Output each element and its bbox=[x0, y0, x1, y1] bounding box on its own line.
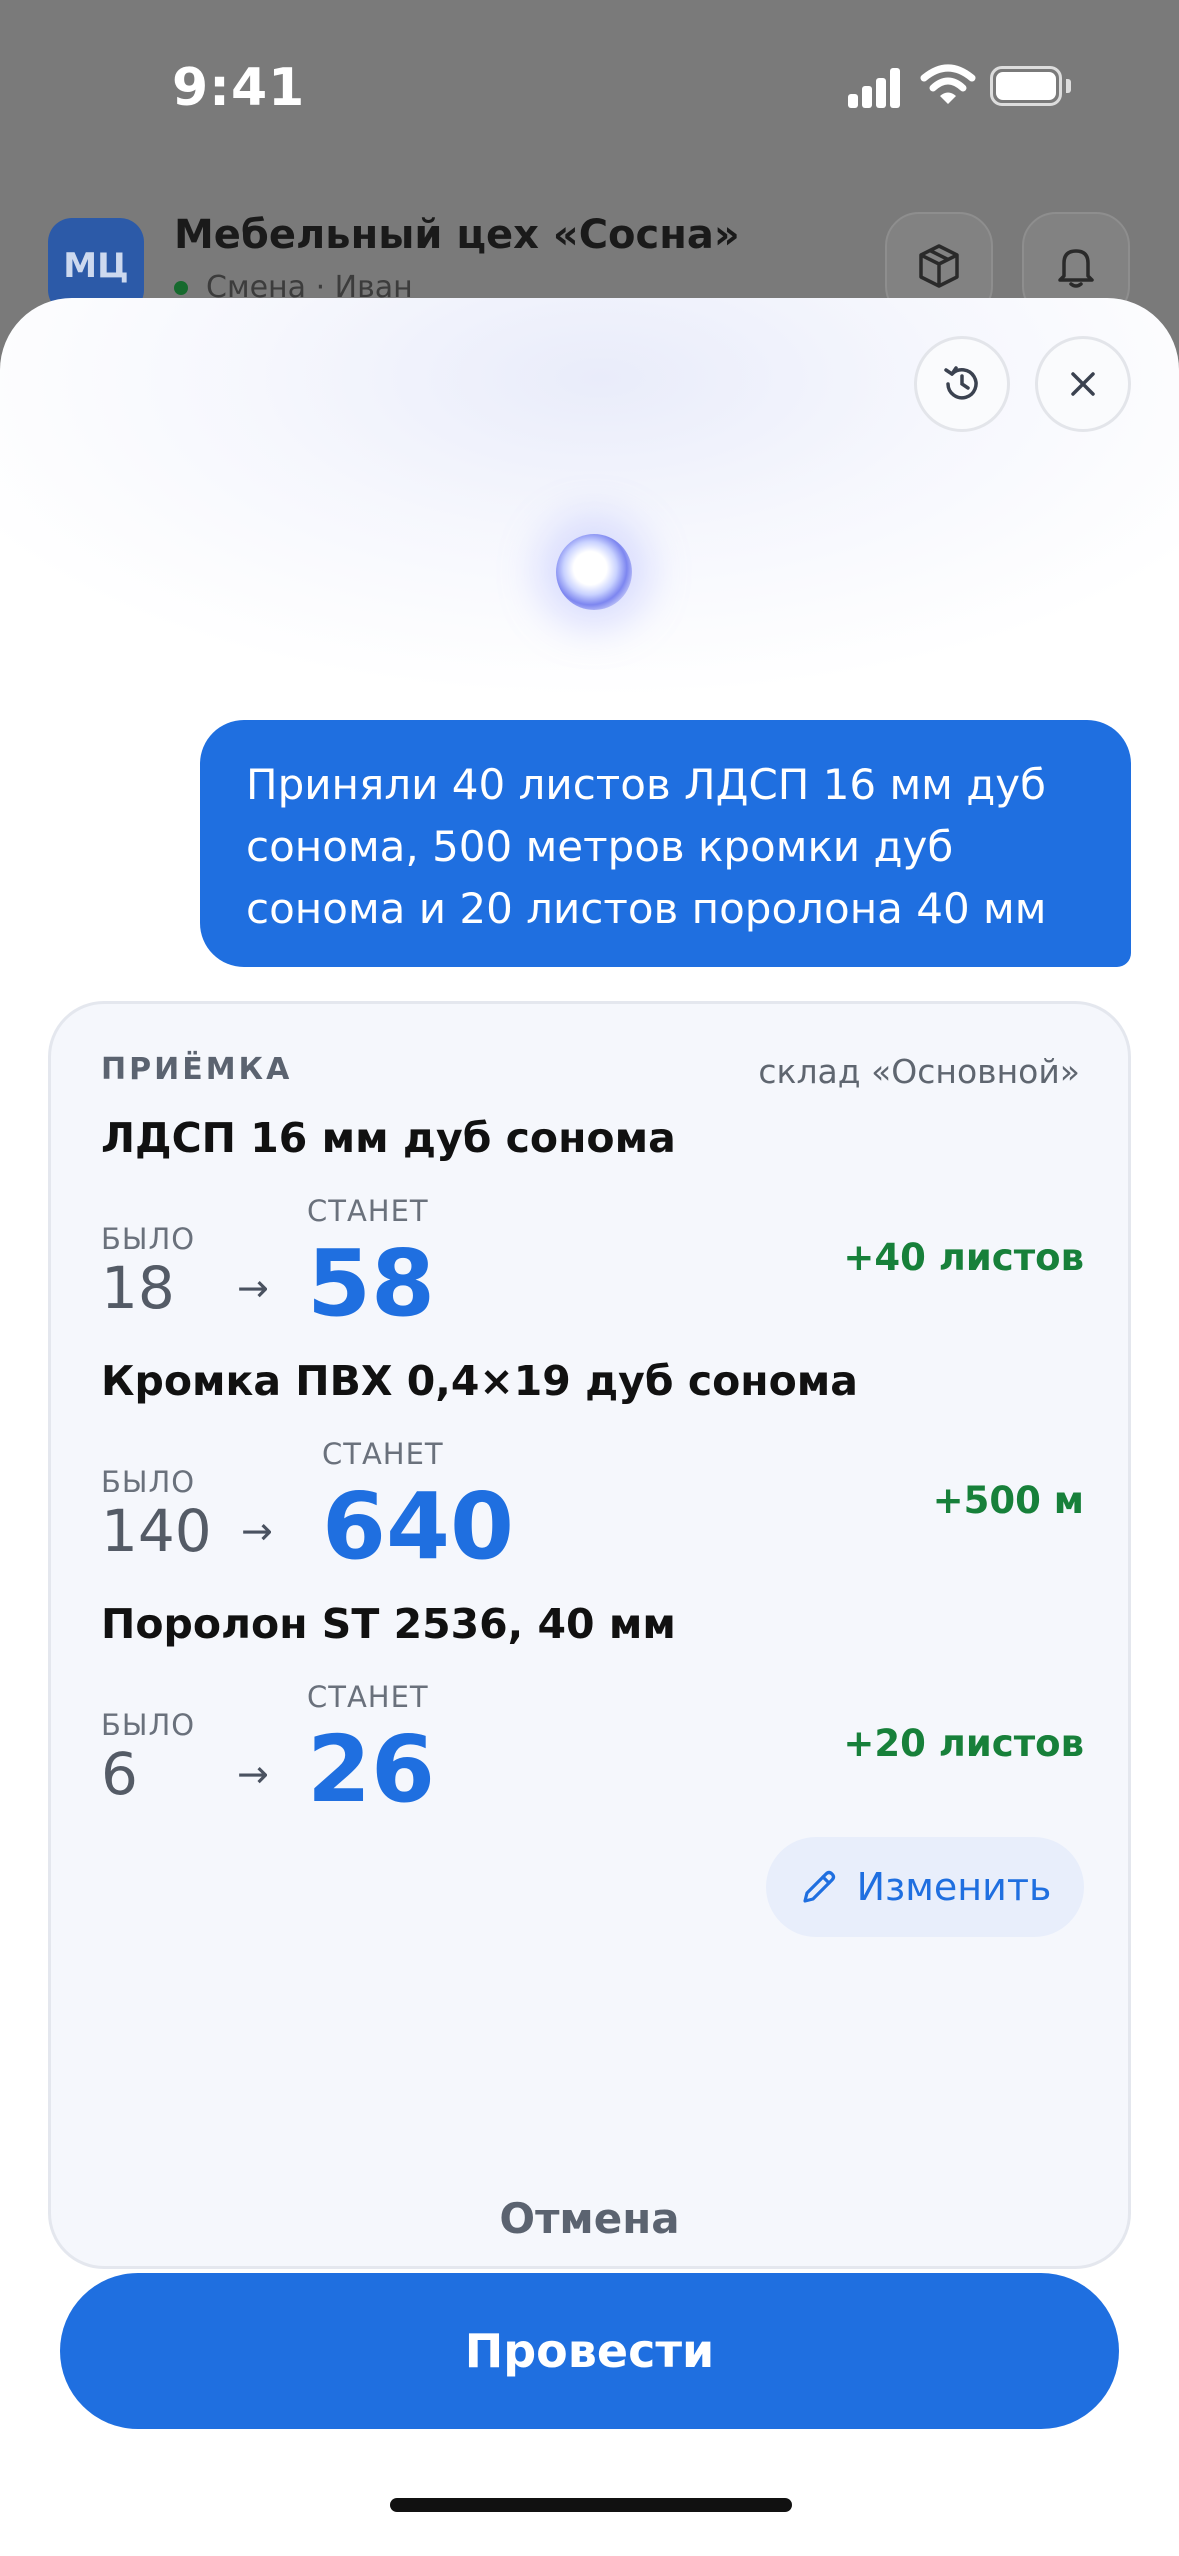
was-value: 6 bbox=[101, 1740, 138, 1808]
history-icon bbox=[944, 366, 978, 400]
was-label: БЫЛО bbox=[101, 1708, 196, 1742]
item-name: Кромка ПВХ 0,4×19 дуб сонома bbox=[101, 1357, 858, 1405]
receipt-card: ПРИЁМКА склад «Основной» ЛДСП 16 мм дуб … bbox=[48, 1001, 1131, 2269]
box-icon bbox=[919, 244, 959, 288]
online-dot-icon bbox=[174, 280, 188, 295]
assistant-orb-icon bbox=[556, 534, 632, 610]
status-bar: 9:41 bbox=[0, 0, 1179, 180]
receipt-item: Поролон ST 2536, 40 мм БЫЛО 6 → СТАНЕТ 2… bbox=[101, 1600, 1084, 1823]
close-button[interactable] bbox=[1035, 336, 1131, 432]
will-value: 26 bbox=[307, 1716, 436, 1823]
company-name: Мебельный цех «Сосна» bbox=[174, 212, 740, 258]
battery-icon bbox=[990, 66, 1071, 106]
was-value: 18 bbox=[101, 1254, 175, 1322]
will-value: 58 bbox=[307, 1230, 436, 1337]
screen: 9:41 МЦ Мебельный цех «Сосна» Смена · Ив… bbox=[0, 0, 1179, 2556]
arrow-right-icon: → bbox=[241, 1509, 273, 1553]
item-name: ЛДСП 16 мм дуб сонома bbox=[101, 1114, 676, 1162]
edit-button-label: Изменить bbox=[856, 1865, 1052, 1909]
arrow-right-icon: → bbox=[237, 1266, 269, 1310]
will-label: СТАНЕТ bbox=[322, 1437, 444, 1471]
submit-button[interactable]: Провести bbox=[60, 2273, 1119, 2429]
receipt-item: ЛДСП 16 мм дуб сонома БЫЛО 18 → СТАНЕТ 5… bbox=[101, 1114, 1084, 1337]
was-label: БЫЛО bbox=[101, 1465, 196, 1499]
user-message-bubble: Приняли 40 листов ЛДСП 16 мм дуб сонома,… bbox=[200, 720, 1131, 967]
status-time: 9:41 bbox=[172, 58, 306, 118]
delta-value: +40 листов bbox=[843, 1236, 1084, 1279]
assistant-sheet: Приняли 40 листов ЛДСП 16 мм дуб сонома,… bbox=[0, 298, 1179, 2556]
will-label: СТАНЕТ bbox=[307, 1680, 429, 1714]
submit-button-label: Провести bbox=[464, 2324, 715, 2378]
home-indicator[interactable] bbox=[390, 2498, 792, 2512]
wifi-icon bbox=[920, 64, 976, 104]
close-icon bbox=[1071, 372, 1095, 396]
item-name: Поролон ST 2536, 40 мм bbox=[101, 1600, 676, 1648]
was-value: 140 bbox=[101, 1497, 212, 1565]
receipt-item: Кромка ПВХ 0,4×19 дуб сонома БЫЛО 140 → … bbox=[101, 1357, 1084, 1580]
history-button[interactable] bbox=[914, 336, 1010, 432]
card-label: ПРИЁМКА bbox=[101, 1052, 293, 1087]
arrow-right-icon: → bbox=[237, 1752, 269, 1796]
delta-value: +500 м bbox=[932, 1479, 1084, 1522]
was-label: БЫЛО bbox=[101, 1222, 196, 1256]
edit-button[interactable]: Изменить bbox=[766, 1837, 1084, 1937]
bell-icon bbox=[1058, 249, 1094, 288]
warehouse-label: склад «Основной» bbox=[758, 1052, 1080, 1091]
delta-value: +20 листов bbox=[843, 1722, 1084, 1765]
cellular-signal-icon bbox=[848, 68, 902, 108]
will-label: СТАНЕТ bbox=[307, 1194, 429, 1228]
will-value: 640 bbox=[322, 1473, 515, 1580]
cancel-button[interactable]: Отмена bbox=[0, 2194, 1179, 2243]
pencil-icon bbox=[803, 1870, 835, 1903]
